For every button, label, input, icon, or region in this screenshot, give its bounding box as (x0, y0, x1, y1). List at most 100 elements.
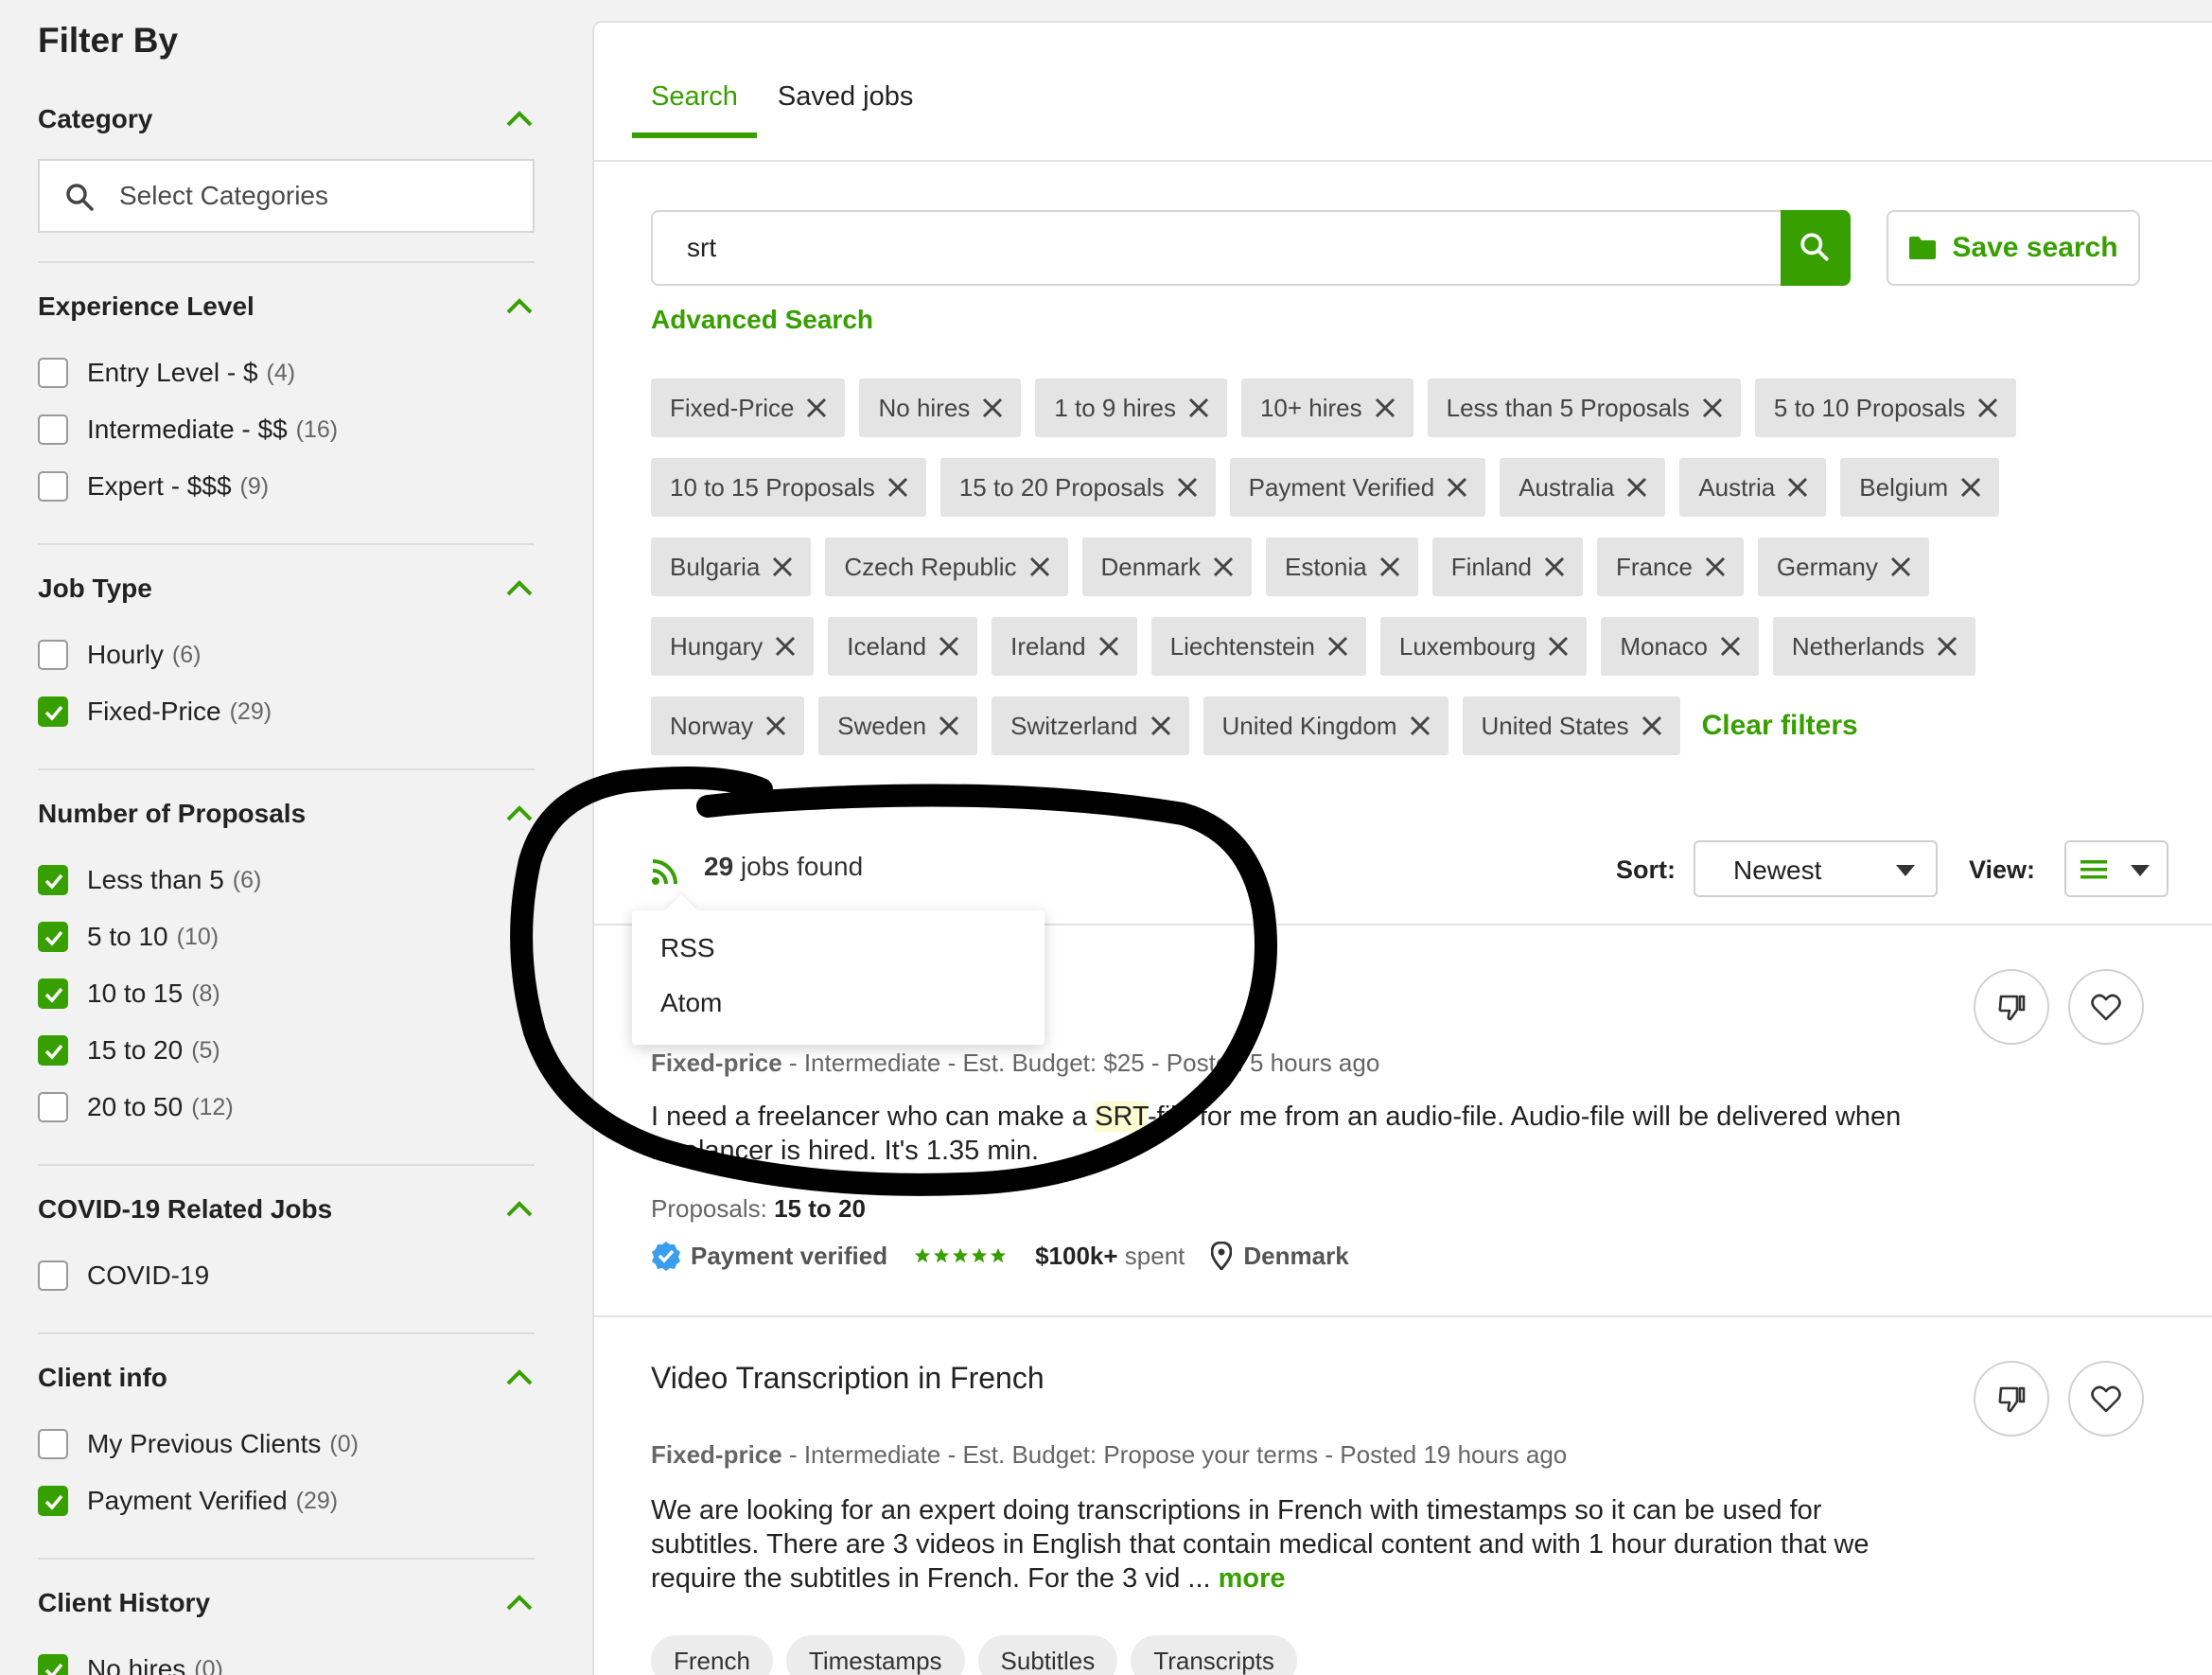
close-icon[interactable] (1701, 397, 1724, 419)
checkbox[interactable] (38, 1092, 68, 1122)
save-search-button[interactable]: Save search (1887, 210, 2140, 286)
thumbs-down-button[interactable] (1974, 1361, 2049, 1437)
filter-chip[interactable]: 10+ hires (1240, 379, 1413, 437)
filter-chip[interactable]: France (1597, 538, 1744, 596)
category-header[interactable]: Category (38, 98, 535, 140)
filter-chip[interactable]: 10 to 15 Proposals (651, 458, 926, 517)
filter-chip[interactable]: Czech Republic (825, 538, 1068, 596)
close-icon[interactable] (1547, 635, 1570, 658)
filter-chip[interactable]: Ireland (992, 617, 1137, 676)
clear-filters-link[interactable]: Clear filters (1702, 710, 1858, 742)
close-icon[interactable] (1374, 397, 1396, 419)
filter-chip[interactable]: Hungary (651, 617, 815, 676)
chevron-up-icon[interactable] (504, 573, 535, 604)
proposals-header[interactable]: Number of Proposals (38, 793, 535, 835)
close-icon[interactable] (1625, 476, 1648, 499)
checkbox[interactable] (38, 471, 68, 502)
checkbox-previous-clients[interactable]: My Previous Clients (0) (38, 1423, 359, 1465)
filter-chip[interactable]: United Kingdom (1203, 696, 1448, 755)
close-icon[interactable] (1187, 397, 1210, 419)
close-icon[interactable] (1150, 714, 1172, 737)
close-icon[interactable] (771, 555, 794, 578)
filter-chip[interactable]: United States (1462, 696, 1680, 755)
close-icon[interactable] (1212, 555, 1235, 578)
checkbox-5-to-10[interactable]: 5 to 10 (10) (38, 916, 219, 958)
close-icon[interactable] (887, 476, 909, 499)
filter-chip[interactable]: Belgium (1840, 458, 2000, 517)
skill-tag[interactable]: Timestamps (785, 1635, 965, 1675)
checkbox-covid-19[interactable]: COVID-19 (38, 1255, 209, 1296)
search-button[interactable] (1781, 210, 1851, 286)
close-icon[interactable] (1976, 397, 1999, 419)
filter-chip[interactable]: Monaco (1601, 617, 1759, 676)
close-icon[interactable] (1378, 555, 1401, 578)
filter-chip[interactable]: Netherlands (1772, 617, 1976, 676)
filter-chip[interactable]: Liechtenstein (1150, 617, 1366, 676)
close-icon[interactable] (938, 635, 960, 658)
filter-chip[interactable]: No hires (859, 379, 1022, 437)
filter-chip[interactable]: Sweden (818, 696, 978, 755)
filter-chip[interactable]: Less than 5 Proposals (1427, 379, 1741, 437)
filter-chip[interactable]: Denmark (1081, 538, 1252, 596)
filter-chip[interactable]: Austria (1679, 458, 1827, 517)
filter-chip[interactable]: 1 to 9 hires (1035, 379, 1227, 437)
filter-chip[interactable]: Australia (1500, 458, 1666, 517)
job-title[interactable]: Video Transcription in French (651, 1361, 1045, 1396)
chevron-up-icon[interactable] (504, 1588, 535, 1618)
job-search-field[interactable] (651, 210, 1786, 286)
checkbox-checked[interactable] (38, 1654, 68, 1675)
checkbox-checked[interactable] (38, 865, 68, 895)
close-icon[interactable] (981, 397, 1004, 419)
close-icon[interactable] (1097, 635, 1120, 658)
more-link[interactable]: more (1219, 1563, 1286, 1594)
checkbox[interactable] (38, 358, 68, 388)
tab-search[interactable]: Search (632, 81, 757, 138)
checkbox-10-to-15[interactable]: 10 to 15 (8) (38, 973, 220, 1014)
rss-icon[interactable] (651, 857, 679, 886)
checkbox[interactable] (38, 1429, 68, 1459)
close-icon[interactable] (1326, 635, 1349, 658)
chevron-up-icon[interactable] (504, 1363, 535, 1393)
close-icon[interactable] (938, 714, 960, 737)
filter-chip[interactable]: Iceland (828, 617, 978, 676)
checkbox-intermediate[interactable]: Intermediate - $$ (16) (38, 409, 338, 450)
filter-chip[interactable]: Germany (1757, 538, 1929, 596)
close-icon[interactable] (1446, 476, 1468, 499)
close-icon[interactable] (764, 714, 787, 737)
checkbox-entry-level[interactable]: Entry Level - $ (4) (38, 352, 295, 394)
close-icon[interactable] (1409, 714, 1431, 737)
chevron-up-icon[interactable] (504, 1194, 535, 1225)
close-icon[interactable] (1641, 714, 1663, 737)
filter-chip[interactable]: Bulgaria (651, 538, 812, 596)
thumbs-down-button[interactable] (1974, 969, 2049, 1045)
checkbox[interactable] (38, 414, 68, 445)
filter-chip[interactable]: Luxembourg (1379, 617, 1588, 676)
checkbox-fixed-price[interactable]: Fixed-Price (29) (38, 691, 272, 732)
filter-chip[interactable]: Norway (651, 696, 805, 755)
filter-chip[interactable]: Fixed-Price (651, 379, 846, 437)
chevron-up-icon[interactable] (504, 799, 535, 829)
view-dropdown[interactable] (2064, 840, 2168, 897)
filter-chip[interactable]: Switzerland (992, 696, 1189, 755)
chevron-up-icon[interactable] (504, 291, 535, 322)
covid-header[interactable]: COVID-19 Related Jobs (38, 1189, 535, 1230)
close-icon[interactable] (1176, 476, 1199, 499)
close-icon[interactable] (1959, 476, 1982, 499)
job-type-header[interactable]: Job Type (38, 568, 535, 609)
close-icon[interactable] (1936, 635, 1958, 658)
save-job-button[interactable] (2068, 969, 2144, 1045)
chevron-up-icon[interactable] (504, 104, 535, 134)
close-icon[interactable] (1719, 635, 1742, 658)
checkbox-expert[interactable]: Expert - $$$ (9) (38, 466, 269, 507)
checkbox-hourly[interactable]: Hourly (6) (38, 634, 201, 676)
skill-tag[interactable]: Transcripts (1131, 1635, 1297, 1675)
client-info-header[interactable]: Client info (38, 1357, 535, 1399)
checkbox[interactable] (38, 1261, 68, 1291)
client-history-header[interactable]: Client History (38, 1582, 535, 1624)
close-icon[interactable] (1543, 555, 1566, 578)
filter-chip[interactable]: 15 to 20 Proposals (939, 458, 1216, 517)
filter-chip[interactable]: Payment Verified (1229, 458, 1486, 517)
skill-tag[interactable]: Subtitles (977, 1635, 1118, 1675)
checkbox-payment-verified[interactable]: Payment Verified (29) (38, 1480, 338, 1522)
save-job-button[interactable] (2068, 1361, 2144, 1437)
